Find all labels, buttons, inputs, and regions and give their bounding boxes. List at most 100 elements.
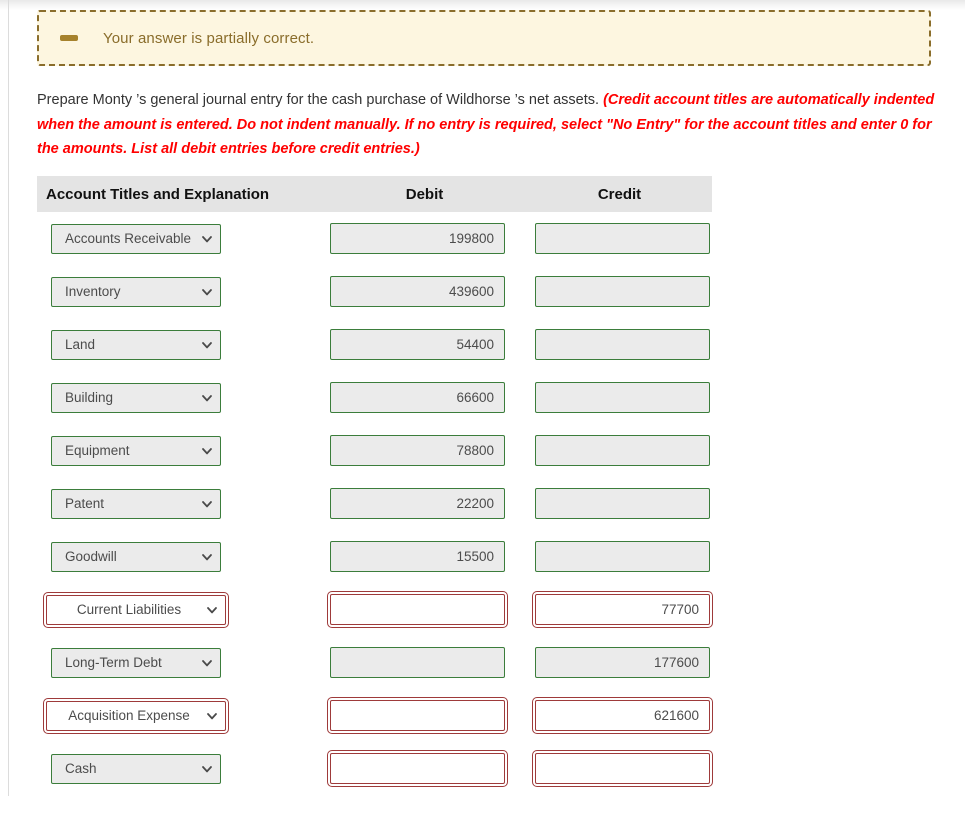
cell-account: Equipment (37, 435, 322, 466)
account-title-select[interactable]: Goodwill (51, 541, 221, 572)
debit-amount-input[interactable]: 199800 (330, 223, 505, 254)
credit-amount-input[interactable] (535, 329, 710, 360)
account-title-select[interactable]: Building (51, 382, 221, 413)
cell-credit (527, 329, 712, 360)
account-title-select[interactable]: Accounts Receivable (51, 223, 221, 254)
debit-amount-input[interactable]: 439600 (330, 276, 505, 307)
debit-amount-input[interactable]: 78800 (330, 435, 505, 466)
account-title-value: Long-Term Debt (65, 655, 162, 670)
cell-credit (527, 276, 712, 307)
account-title-select[interactable]: Patent (51, 488, 221, 519)
chevron-down-icon (202, 500, 212, 507)
table-row: Accounts Receivable 199800 (37, 212, 712, 265)
account-title-select[interactable]: Cash (51, 753, 221, 784)
cell-debit (322, 697, 527, 734)
cell-debit: 439600 (322, 276, 527, 307)
column-header-account: Account Titles and Explanation (46, 185, 270, 203)
account-title-select[interactable]: Long-Term Debt (51, 647, 221, 678)
cell-debit: 54400 (322, 329, 527, 360)
table-row: Cash (37, 742, 713, 795)
table-row: Equipment 78800 (37, 424, 712, 477)
account-title-value: Acquisition Expense (68, 708, 190, 723)
account-title-value: Goodwill (65, 549, 117, 564)
chevron-down-icon (202, 659, 212, 666)
instruction-lead: Prepare Monty ’s general journal entry f… (37, 92, 604, 108)
cell-debit: 15500 (322, 541, 527, 572)
cell-account: Acquisition Expense (37, 697, 322, 734)
table-row: Building 66600 (37, 371, 712, 424)
credit-amount-value: 621600 (653, 708, 699, 723)
credit-amount-input[interactable] (535, 276, 710, 307)
account-title-value: Accounts Receivable (65, 231, 192, 246)
table-row: Land 54400 (37, 318, 712, 371)
credit-amount-input[interactable]: 77700 (532, 591, 713, 628)
table-row: Goodwill 15500 (37, 530, 712, 583)
debit-amount-input[interactable] (327, 750, 508, 787)
question-instructions: Prepare Monty ’s general journal entry f… (37, 88, 943, 162)
account-title-value: Land (65, 337, 96, 352)
cell-account: Current Liabilities (37, 591, 322, 628)
chevron-down-icon (207, 606, 217, 613)
cell-debit (322, 647, 527, 678)
journal-entry-table: Account Titles and Explanation Debit Cre… (37, 176, 713, 795)
debit-amount-input[interactable] (327, 697, 508, 734)
cell-account: Goodwill (37, 541, 322, 572)
debit-amount-value: 54400 (456, 337, 494, 352)
credit-amount-value: 77700 (661, 602, 699, 617)
chevron-down-icon (202, 341, 212, 348)
debit-amount-input[interactable] (327, 591, 508, 628)
chevron-down-icon (202, 765, 212, 772)
debit-amount-input[interactable]: 22200 (330, 488, 505, 519)
debit-amount-input[interactable] (330, 647, 505, 678)
cell-account: Cash (37, 753, 322, 784)
table-row: Inventory 439600 (37, 265, 712, 318)
account-title-select[interactable]: Inventory (51, 276, 221, 307)
cell-account: Long-Term Debt (37, 647, 322, 678)
credit-amount-value: 177600 (653, 655, 699, 670)
credit-amount-input[interactable] (535, 435, 710, 466)
credit-amount-input[interactable] (535, 488, 710, 519)
table-body: Accounts Receivable 199800 Inventory 439600… (37, 212, 713, 795)
account-title-value: Cash (65, 761, 97, 776)
debit-amount-value: 15500 (456, 549, 494, 564)
table-row: Acquisition Expense 621600 (37, 689, 713, 742)
chevron-down-icon (202, 394, 212, 401)
page-top-shade (0, 0, 965, 10)
feedback-message: Your answer is partially correct. (103, 29, 315, 47)
cell-debit (322, 591, 527, 628)
credit-amount-input[interactable] (535, 382, 710, 413)
credit-amount-input[interactable] (532, 750, 713, 787)
account-title-value: Equipment (65, 443, 130, 458)
cell-credit (527, 435, 712, 466)
credit-amount-input[interactable]: 621600 (532, 697, 713, 734)
debit-amount-value: 439600 (448, 284, 494, 299)
cell-credit (527, 750, 713, 787)
account-title-select[interactable]: Land (51, 329, 221, 360)
minus-bar-icon (60, 35, 78, 41)
left-page-rule (8, 0, 9, 796)
cell-account: Accounts Receivable (37, 223, 322, 254)
account-title-value: Current Liabilities (76, 602, 182, 617)
cell-credit (527, 488, 712, 519)
cell-debit: 199800 (322, 223, 527, 254)
credit-amount-input[interactable] (535, 223, 710, 254)
chevron-down-icon (207, 712, 217, 719)
cell-account: Building (37, 382, 322, 413)
cell-debit: 66600 (322, 382, 527, 413)
debit-amount-input[interactable]: 54400 (330, 329, 505, 360)
cell-credit (527, 223, 712, 254)
account-title-select[interactable]: Acquisition Expense (43, 697, 229, 734)
cell-credit: 77700 (527, 591, 713, 628)
cell-debit (322, 750, 527, 787)
cell-debit: 78800 (322, 435, 527, 466)
account-title-select[interactable]: Current Liabilities (43, 591, 229, 628)
debit-amount-input[interactable]: 15500 (330, 541, 505, 572)
column-header-credit: Credit (597, 185, 642, 203)
account-title-select[interactable]: Equipment (51, 435, 221, 466)
debit-amount-value: 22200 (456, 496, 494, 511)
debit-amount-input[interactable]: 66600 (330, 382, 505, 413)
credit-amount-input[interactable] (535, 541, 710, 572)
credit-amount-input[interactable]: 177600 (535, 647, 710, 678)
chevron-down-icon (202, 288, 212, 295)
account-title-value: Building (65, 390, 114, 405)
